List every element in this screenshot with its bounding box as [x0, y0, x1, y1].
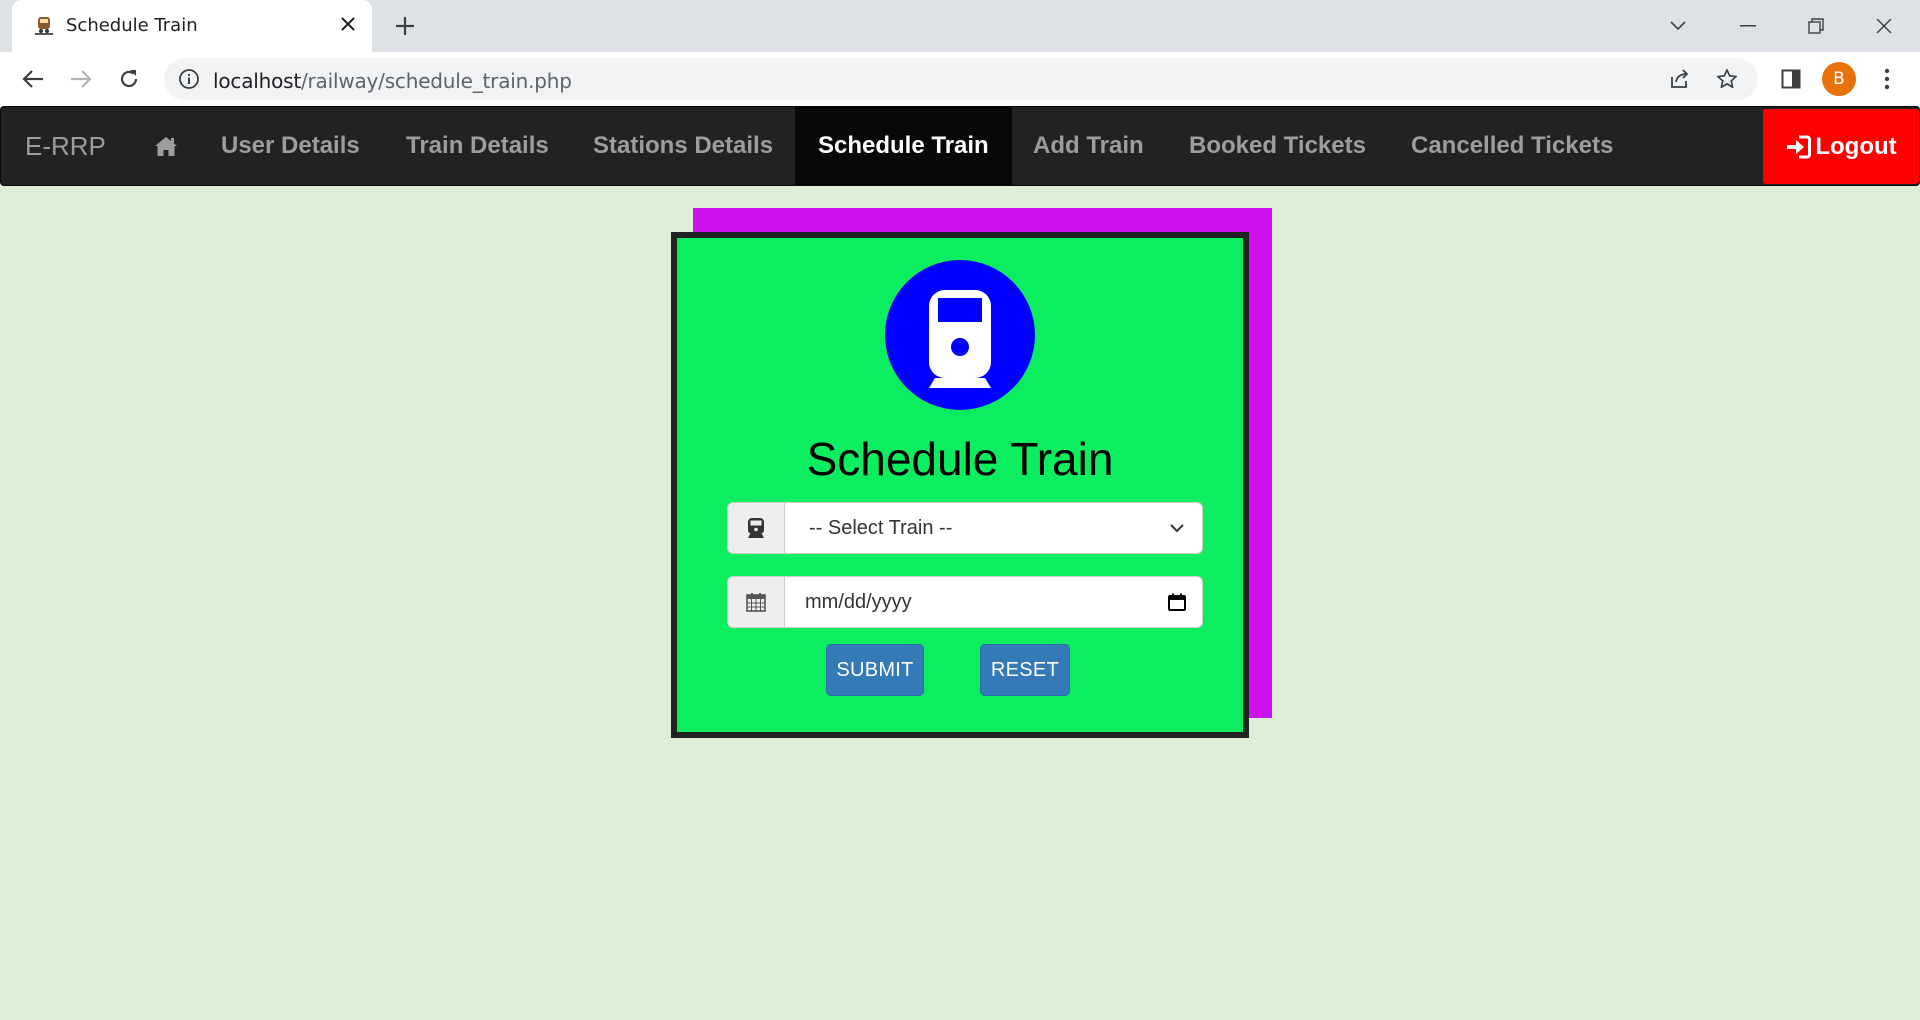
date-input[interactable]: mm/dd/yyyy — [784, 576, 1203, 628]
tab-title: Schedule Train — [66, 15, 198, 36]
date-picker-icon[interactable] — [1166, 591, 1188, 613]
browser-toolbar: localhost/railway/schedule_train.php B — [0, 52, 1920, 106]
brand-link[interactable]: E-RRP — [25, 131, 106, 162]
nav-schedule-train[interactable]: Schedule Train — [795, 107, 1012, 185]
reload-icon[interactable] — [112, 62, 146, 96]
reset-button[interactable]: RESET — [980, 644, 1070, 696]
logout-label: Logout — [1815, 132, 1897, 160]
date-addon — [727, 576, 785, 628]
minimize-icon[interactable] — [1730, 8, 1766, 44]
nav-train-details[interactable]: Train Details — [406, 107, 549, 185]
back-arrow-icon[interactable] — [16, 62, 50, 96]
train-input-group: -- Select Train -- — [727, 502, 1203, 554]
share-icon[interactable] — [1667, 66, 1693, 92]
url-path: /railway/schedule_train.php — [300, 69, 572, 93]
home-icon[interactable] — [151, 132, 181, 162]
nav-stations-details[interactable]: Stations Details — [593, 107, 773, 185]
schedule-form-card: Schedule Train -- Select Train -- mm/dd/… — [671, 232, 1249, 738]
train-icon — [748, 518, 764, 538]
close-tab-icon[interactable] — [336, 12, 360, 36]
date-placeholder: mm/dd/yyyy — [805, 590, 912, 613]
nav-cancelled-tickets[interactable]: Cancelled Tickets — [1411, 107, 1613, 185]
nav-booked-tickets[interactable]: Booked Tickets — [1189, 107, 1366, 185]
train-logo-icon — [929, 290, 991, 388]
more-menu-icon[interactable] — [1870, 62, 1904, 96]
train-logo — [885, 260, 1035, 410]
new-tab-icon[interactable] — [390, 11, 420, 41]
browser-tab[interactable]: Schedule Train — [12, 0, 372, 52]
page-body: E-RRP User Details Train Details Station… — [0, 106, 1920, 1020]
close-window-icon[interactable] — [1866, 8, 1902, 44]
chevron-down-icon — [1166, 517, 1188, 539]
train-select-value: -- Select Train -- — [809, 516, 953, 539]
train-addon — [727, 502, 785, 554]
main-navbar: E-RRP User Details Train Details Station… — [0, 106, 1920, 186]
url-host: localhost — [213, 69, 301, 93]
logout-button[interactable]: Logout — [1763, 109, 1919, 184]
browser-tabstrip: Schedule Train — [0, 0, 1920, 52]
train-favicon-icon — [35, 17, 53, 35]
sign-in-icon — [1787, 135, 1812, 158]
date-input-group: mm/dd/yyyy — [727, 576, 1203, 628]
restore-icon[interactable] — [1798, 8, 1834, 44]
nav-user-details[interactable]: User Details — [221, 107, 360, 185]
calendar-icon — [746, 593, 766, 612]
profile-avatar[interactable]: B — [1822, 62, 1856, 96]
submit-button[interactable]: SUBMIT — [826, 644, 924, 696]
url-text[interactable]: localhost/railway/schedule_train.php — [213, 69, 572, 93]
side-panel-icon[interactable] — [1774, 62, 1808, 96]
tab-search-icon[interactable] — [1660, 8, 1696, 44]
train-select[interactable]: -- Select Train -- — [784, 502, 1203, 554]
form-title: Schedule Train — [806, 433, 1114, 485]
forward-arrow-icon[interactable] — [64, 62, 98, 96]
site-info-icon[interactable] — [178, 68, 200, 90]
bookmark-star-icon[interactable] — [1714, 66, 1740, 92]
nav-add-train[interactable]: Add Train — [1033, 107, 1144, 185]
address-bar[interactable]: localhost/railway/schedule_train.php — [164, 58, 1758, 100]
